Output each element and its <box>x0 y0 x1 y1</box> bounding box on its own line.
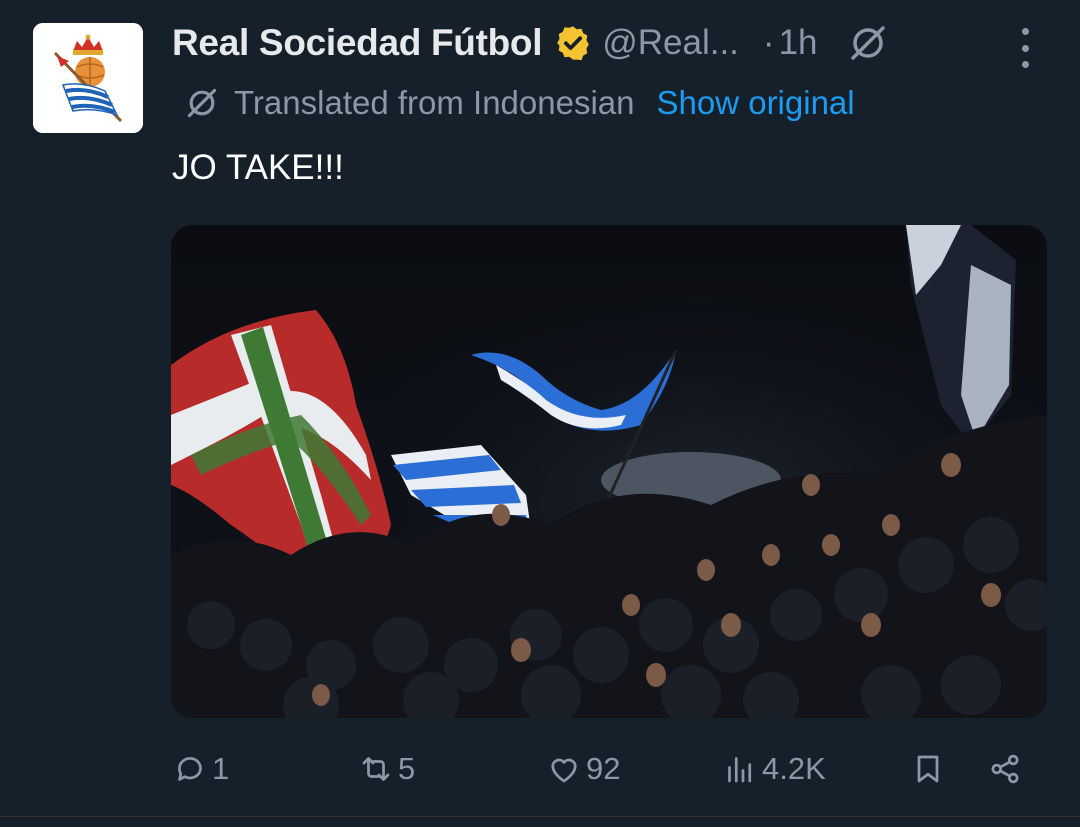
repost-count: 5 <box>398 751 416 786</box>
reply-button[interactable]: 1 <box>172 742 229 796</box>
bookmark-icon <box>917 755 939 783</box>
tweet-header: Real Sociedad Fútbol @Real... · 1h <box>172 18 888 68</box>
views-button[interactable]: 4.2K <box>722 742 826 796</box>
repost-button[interactable]: 5 <box>358 742 415 796</box>
view-count: 4.2K <box>762 751 826 786</box>
like-button[interactable]: 92 <box>546 742 620 796</box>
share-button[interactable] <box>987 742 1023 796</box>
separator-dot: · <box>762 23 775 62</box>
fans-flags-photo <box>171 225 1047 718</box>
verified-badge-icon[interactable] <box>554 24 592 62</box>
reply-icon <box>178 757 202 781</box>
bookmark-button[interactable] <box>910 742 946 796</box>
translation-label: Translated from Indonesian <box>234 84 635 121</box>
post-time[interactable]: 1h <box>779 23 818 63</box>
show-original-link[interactable]: Show original <box>657 84 855 122</box>
media-image[interactable] <box>171 225 1047 718</box>
divider <box>0 816 1080 817</box>
more-options-icon[interactable] <box>1010 28 1040 68</box>
avatar[interactable] <box>33 23 143 133</box>
translation-notice: Translated from Indonesian Show original <box>184 80 855 126</box>
account-handle[interactable]: @Real... <box>602 23 739 63</box>
reply-count: 1 <box>212 751 230 786</box>
like-count: 92 <box>586 751 621 786</box>
repost-icon <box>362 757 390 781</box>
views-icon <box>728 757 752 783</box>
heart-icon <box>551 758 577 783</box>
share-icon <box>991 754 1019 784</box>
action-bar: 1 5 92 4.2K <box>172 742 1032 796</box>
grok-icon[interactable] <box>848 23 888 63</box>
tweet[interactable]: Real Sociedad Fútbol @Real... · 1h Trans… <box>0 0 1080 827</box>
grok-translate-icon <box>187 88 217 118</box>
tweet-text: JO TAKE!!! <box>172 148 344 187</box>
real-sociedad-crest-icon <box>33 23 143 133</box>
display-name[interactable]: Real Sociedad Fútbol <box>172 22 543 64</box>
